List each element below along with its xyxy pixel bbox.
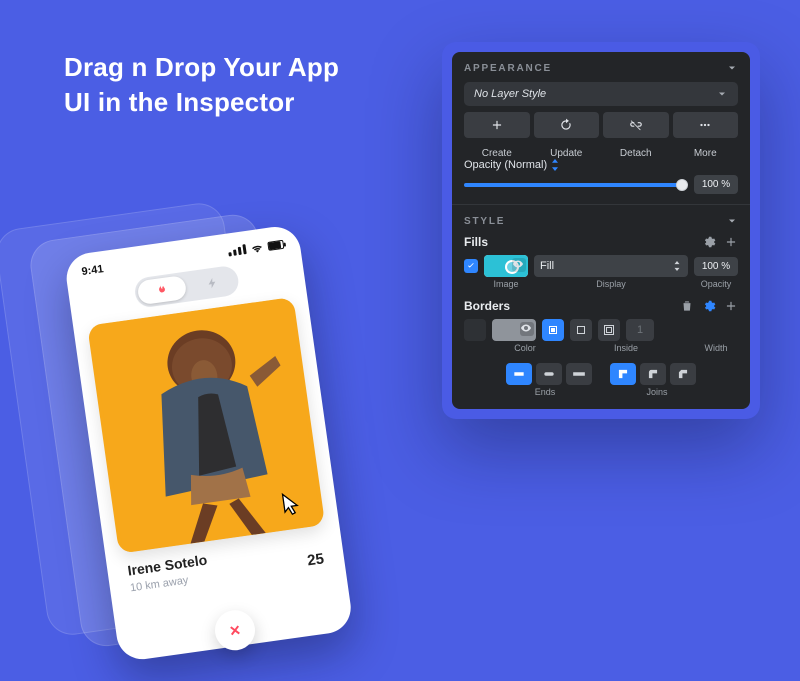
detach-label: Detach bbox=[603, 148, 669, 159]
section-style-header[interactable]: STYLE bbox=[464, 215, 738, 227]
update-label: Update bbox=[534, 148, 600, 159]
chevron-down-icon bbox=[716, 88, 728, 100]
layer-style-value: No Layer Style bbox=[474, 88, 546, 100]
close-icon: × bbox=[228, 619, 241, 641]
phone-mockup[interactable]: 9:41 bbox=[63, 224, 354, 663]
create-style-button[interactable] bbox=[464, 112, 530, 138]
fill-mode-select[interactable]: Fill bbox=[534, 255, 688, 277]
fill-enabled-checkbox[interactable] bbox=[464, 259, 478, 273]
opacity-label-text: Opacity (Normal) bbox=[464, 159, 547, 171]
fill-display-label: Display bbox=[534, 279, 688, 289]
more-label: More bbox=[673, 148, 739, 159]
appearance-label: APPEARANCE bbox=[464, 63, 552, 74]
border-enabled-checkbox[interactable] bbox=[464, 319, 486, 341]
style-label: STYLE bbox=[464, 216, 505, 227]
signal-icon bbox=[228, 244, 247, 256]
detach-icon bbox=[629, 118, 643, 132]
profile-card[interactable] bbox=[87, 297, 325, 554]
line-joins-group bbox=[610, 363, 696, 385]
cursor-icon bbox=[278, 490, 305, 517]
dislike-button[interactable]: × bbox=[212, 608, 257, 653]
join-round-button[interactable] bbox=[640, 363, 666, 385]
inspector-panel-frame: APPEARANCE No Layer Style Create Update … bbox=[442, 42, 760, 419]
eye-icon[interactable] bbox=[512, 258, 526, 272]
fills-label: Fills bbox=[464, 235, 488, 249]
line-ends-group bbox=[506, 363, 592, 385]
border-width-label: Width bbox=[694, 343, 738, 353]
fill-opacity-value[interactable]: 100 % bbox=[694, 257, 738, 276]
gear-icon[interactable] bbox=[702, 235, 716, 249]
stepper-icon bbox=[672, 261, 682, 271]
update-style-button[interactable] bbox=[534, 112, 600, 138]
border-color-swatch[interactable] bbox=[492, 319, 536, 341]
more-icon bbox=[698, 118, 712, 132]
end-square-button[interactable] bbox=[566, 363, 592, 385]
layer-style-select[interactable]: No Layer Style bbox=[464, 82, 738, 106]
chevron-down-icon[interactable] bbox=[726, 62, 738, 74]
eye-icon[interactable] bbox=[520, 322, 534, 336]
fill-entry: Fill 100 % bbox=[464, 255, 738, 277]
profile-age: 25 bbox=[306, 550, 325, 569]
fill-mode-value: Fill bbox=[540, 260, 554, 272]
inspector-panel: APPEARANCE No Layer Style Create Update … bbox=[452, 52, 750, 409]
add-fill-icon[interactable] bbox=[724, 235, 738, 249]
joins-label: Joins bbox=[610, 387, 704, 397]
opacity-value[interactable]: 100 % bbox=[694, 175, 738, 194]
join-miter-button[interactable] bbox=[610, 363, 636, 385]
border-outside-button[interactable] bbox=[598, 319, 620, 341]
headline-text: Drag n Drop Your App UI in the Inspector bbox=[64, 50, 364, 120]
battery-icon bbox=[267, 239, 284, 250]
plus-icon bbox=[490, 118, 504, 132]
chevron-down-icon[interactable] bbox=[726, 215, 738, 227]
delete-border-icon[interactable] bbox=[680, 299, 694, 313]
end-round-button[interactable] bbox=[536, 363, 562, 385]
detach-style-button[interactable] bbox=[603, 112, 669, 138]
add-border-icon[interactable] bbox=[724, 299, 738, 313]
border-entry: 1 bbox=[464, 319, 738, 341]
stepper-icon[interactable] bbox=[551, 159, 559, 171]
wifi-icon bbox=[249, 242, 264, 254]
more-style-button[interactable] bbox=[673, 112, 739, 138]
border-inside-button[interactable] bbox=[542, 319, 564, 341]
refresh-icon bbox=[559, 118, 573, 132]
borders-label: Borders bbox=[464, 299, 510, 313]
fill-image-label: Image bbox=[484, 279, 528, 289]
border-width-input[interactable]: 1 bbox=[626, 319, 654, 341]
section-appearance-header[interactable]: APPEARANCE bbox=[464, 62, 738, 74]
border-position-label: Inside bbox=[564, 343, 688, 353]
gear-icon[interactable] bbox=[702, 299, 716, 313]
flame-icon bbox=[153, 282, 169, 298]
slider-handle[interactable] bbox=[676, 179, 688, 191]
bolt-icon bbox=[206, 276, 220, 290]
fill-opacity-label: Opacity bbox=[694, 279, 738, 289]
status-time: 9:41 bbox=[81, 263, 104, 278]
end-butt-button[interactable] bbox=[506, 363, 532, 385]
opacity-label[interactable]: Opacity (Normal) bbox=[464, 159, 738, 171]
phone-stage: 9:41 bbox=[0, 166, 448, 653]
create-label: Create bbox=[464, 148, 530, 159]
ends-label: Ends bbox=[498, 387, 592, 397]
border-center-button[interactable] bbox=[570, 319, 592, 341]
border-color-label: Color bbox=[492, 343, 558, 353]
join-bevel-button[interactable] bbox=[670, 363, 696, 385]
opacity-slider[interactable] bbox=[464, 183, 686, 187]
fill-swatch[interactable] bbox=[484, 255, 528, 277]
